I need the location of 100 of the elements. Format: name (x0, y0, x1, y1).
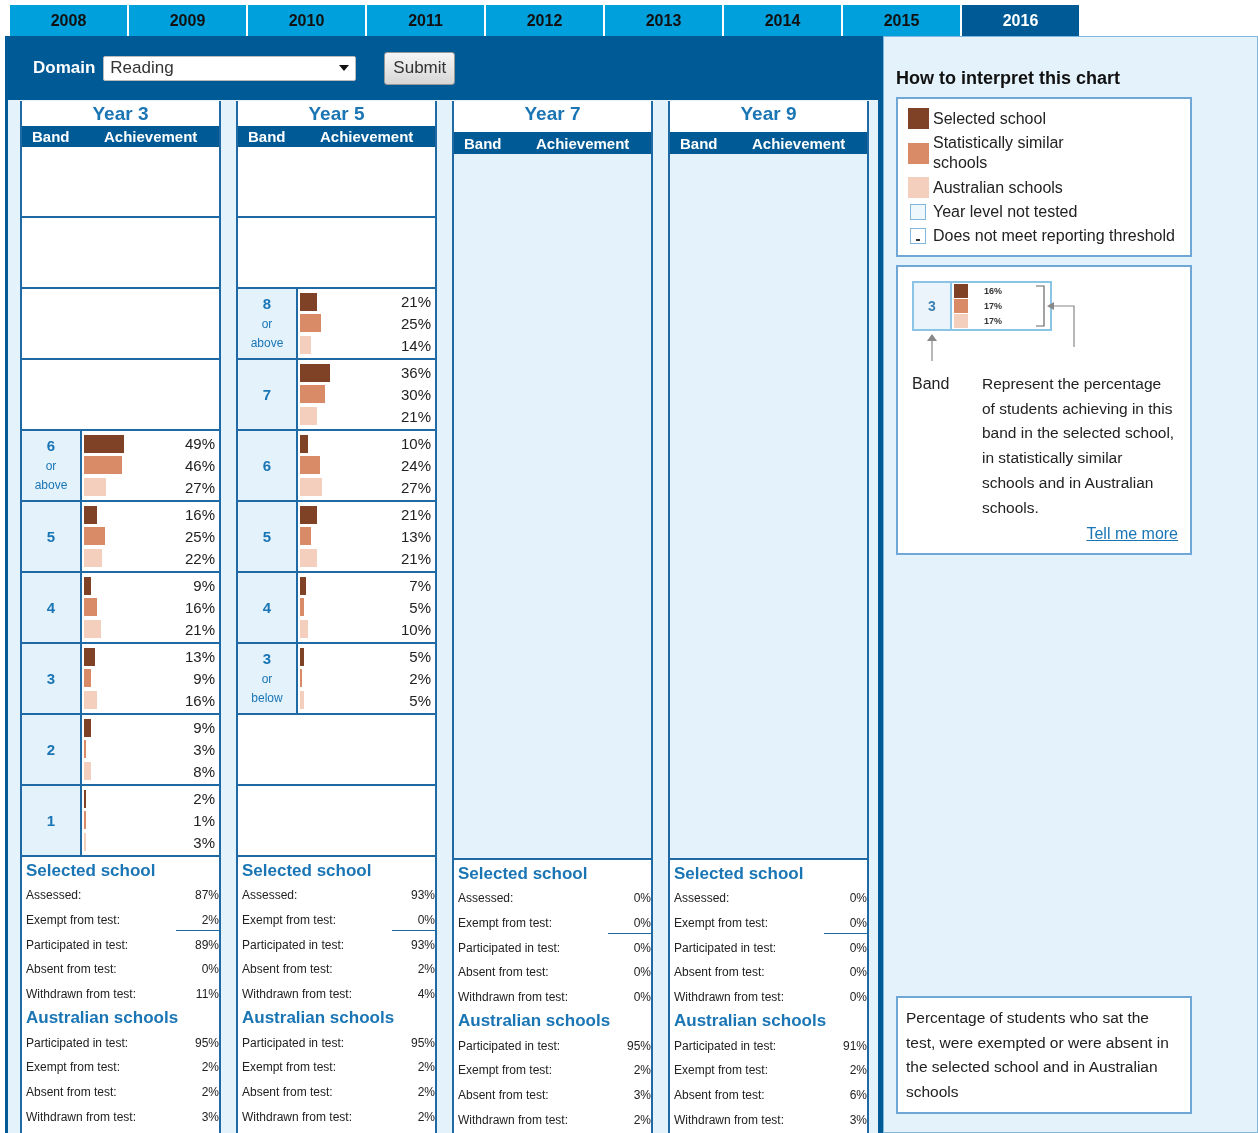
percentage-label: 27% (400, 478, 431, 496)
year-tab[interactable]: 2014 (724, 5, 841, 36)
stat-value: 0% (633, 964, 651, 982)
tell-me-more-link[interactable]: Tell me more (1086, 525, 1178, 543)
caret-icon (339, 65, 350, 71)
percentage-label: 46% (184, 457, 215, 474)
band-qualifier: or below (250, 670, 284, 707)
stat-label: Assessed: (458, 891, 514, 906)
bar (300, 434, 309, 453)
percentage-label: 21% (400, 293, 431, 311)
stat-value: 3% (201, 1108, 219, 1126)
stat-label: Withdrawn from test: (674, 990, 785, 1005)
bar (300, 478, 323, 497)
stat-label: Absent from test: (26, 962, 117, 977)
percentage-label: 13% (400, 528, 431, 545)
percentage-label: 21% (400, 549, 431, 567)
bar (84, 478, 107, 497)
percentage-label: 9% (193, 670, 215, 687)
year-tab[interactable]: 2008 (10, 5, 127, 36)
percentage-label: 21% (400, 407, 431, 425)
bar (84, 691, 98, 710)
column-header: Achievement (319, 127, 415, 147)
band-qualifier: or above (249, 315, 285, 352)
stat-value: 93% (410, 936, 435, 954)
description-text: Represent the percentage of students achieving in this band in the selected school, in statistically similar schools and in Australian schools. (982, 374, 1176, 518)
section-heading: Australian schools (674, 1010, 828, 1033)
up-arrow-icon (926, 333, 938, 361)
stat-label: Participated in test: (458, 1038, 561, 1053)
bar (84, 456, 122, 475)
percentage-label: 5% (409, 599, 431, 616)
stat-label: Absent from test: (242, 962, 333, 977)
column-header: Band (679, 134, 719, 152)
band-number: 3 (46, 670, 56, 687)
stat-value: 2% (417, 1108, 435, 1126)
percentage-label: 16% (184, 506, 215, 524)
band-number: 5 (262, 528, 272, 545)
section-heading: Australian schools (458, 1010, 612, 1033)
bar (84, 669, 92, 688)
stat-value: 11% (195, 986, 219, 1004)
stat-label: Withdrawn from test: (674, 1112, 785, 1127)
year-tab[interactable]: 2012 (486, 5, 603, 36)
bar (300, 407, 318, 426)
stat-value: 0% (607, 912, 651, 934)
bar (300, 549, 318, 568)
bar (84, 740, 87, 759)
bar (84, 598, 98, 617)
percentage-label: 10% (400, 620, 431, 638)
stat-value: 95% (626, 1037, 651, 1055)
stat-label: Withdrawn from test: (458, 990, 569, 1005)
stat-value: 2% (417, 1084, 435, 1102)
stat-label: Participated in test: (26, 1035, 129, 1050)
stat-label: Exempt from test: (674, 916, 769, 931)
submit-button[interactable]: Submit (384, 51, 456, 85)
bar (300, 385, 325, 404)
domain-select[interactable]: Reading (103, 55, 357, 81)
band-number: 4 (262, 599, 272, 616)
legend-label: Year level not tested (933, 202, 1078, 222)
bar (84, 505, 98, 524)
stat-label: Exempt from test: (242, 913, 337, 928)
year-tab[interactable]: 2010 (248, 5, 365, 36)
bar (84, 620, 102, 639)
percentage-label: 30% (400, 386, 431, 403)
dash-square-icon (910, 228, 926, 244)
percentage-label: 27% (184, 478, 215, 496)
legend-label: Australian schools (933, 177, 1063, 198)
year-tab[interactable]: 2009 (129, 5, 246, 36)
year-tab[interactable]: 2013 (605, 5, 722, 36)
stat-value: 87% (194, 887, 219, 905)
bar (954, 284, 968, 299)
percentage-label: 49% (184, 435, 215, 453)
bar (300, 363, 330, 382)
year-tab[interactable]: 2015 (843, 5, 960, 36)
stat-label: Assessed: (242, 888, 298, 903)
stat-label: Exempt from test: (26, 913, 121, 928)
stat-value: 0% (849, 939, 867, 957)
percentage-label: 5% (409, 691, 431, 709)
percentage-label: 16% (984, 286, 1002, 297)
year-tab[interactable]: 2016 (962, 5, 1079, 36)
stat-value: 0% (633, 890, 651, 908)
section-heading: Selected school (242, 860, 373, 882)
stat-value: 0% (823, 912, 867, 934)
stat-label: Absent from test: (26, 1085, 117, 1100)
percentage-label: 14% (400, 336, 431, 354)
bar (300, 527, 311, 546)
stat-value: 91% (842, 1037, 867, 1055)
band-number: 5 (46, 528, 56, 545)
stat-value: 0% (201, 961, 219, 979)
stat-label: Absent from test: (458, 1088, 549, 1103)
column-header: Band (31, 128, 71, 145)
stat-label: Absent from test: (674, 1088, 765, 1103)
stat-value: 2% (633, 1111, 651, 1129)
column-header: Achievement (751, 133, 847, 154)
stat-label: Participated in test: (26, 937, 129, 952)
bar (84, 718, 92, 737)
stat-value: 95% (410, 1034, 435, 1052)
percentage-label: 21% (400, 506, 431, 524)
percentage-label: 25% (184, 528, 215, 545)
stat-label: Assessed: (674, 891, 730, 906)
band-number: 3 (262, 649, 272, 667)
year-tab[interactable]: 2011 (367, 5, 484, 36)
